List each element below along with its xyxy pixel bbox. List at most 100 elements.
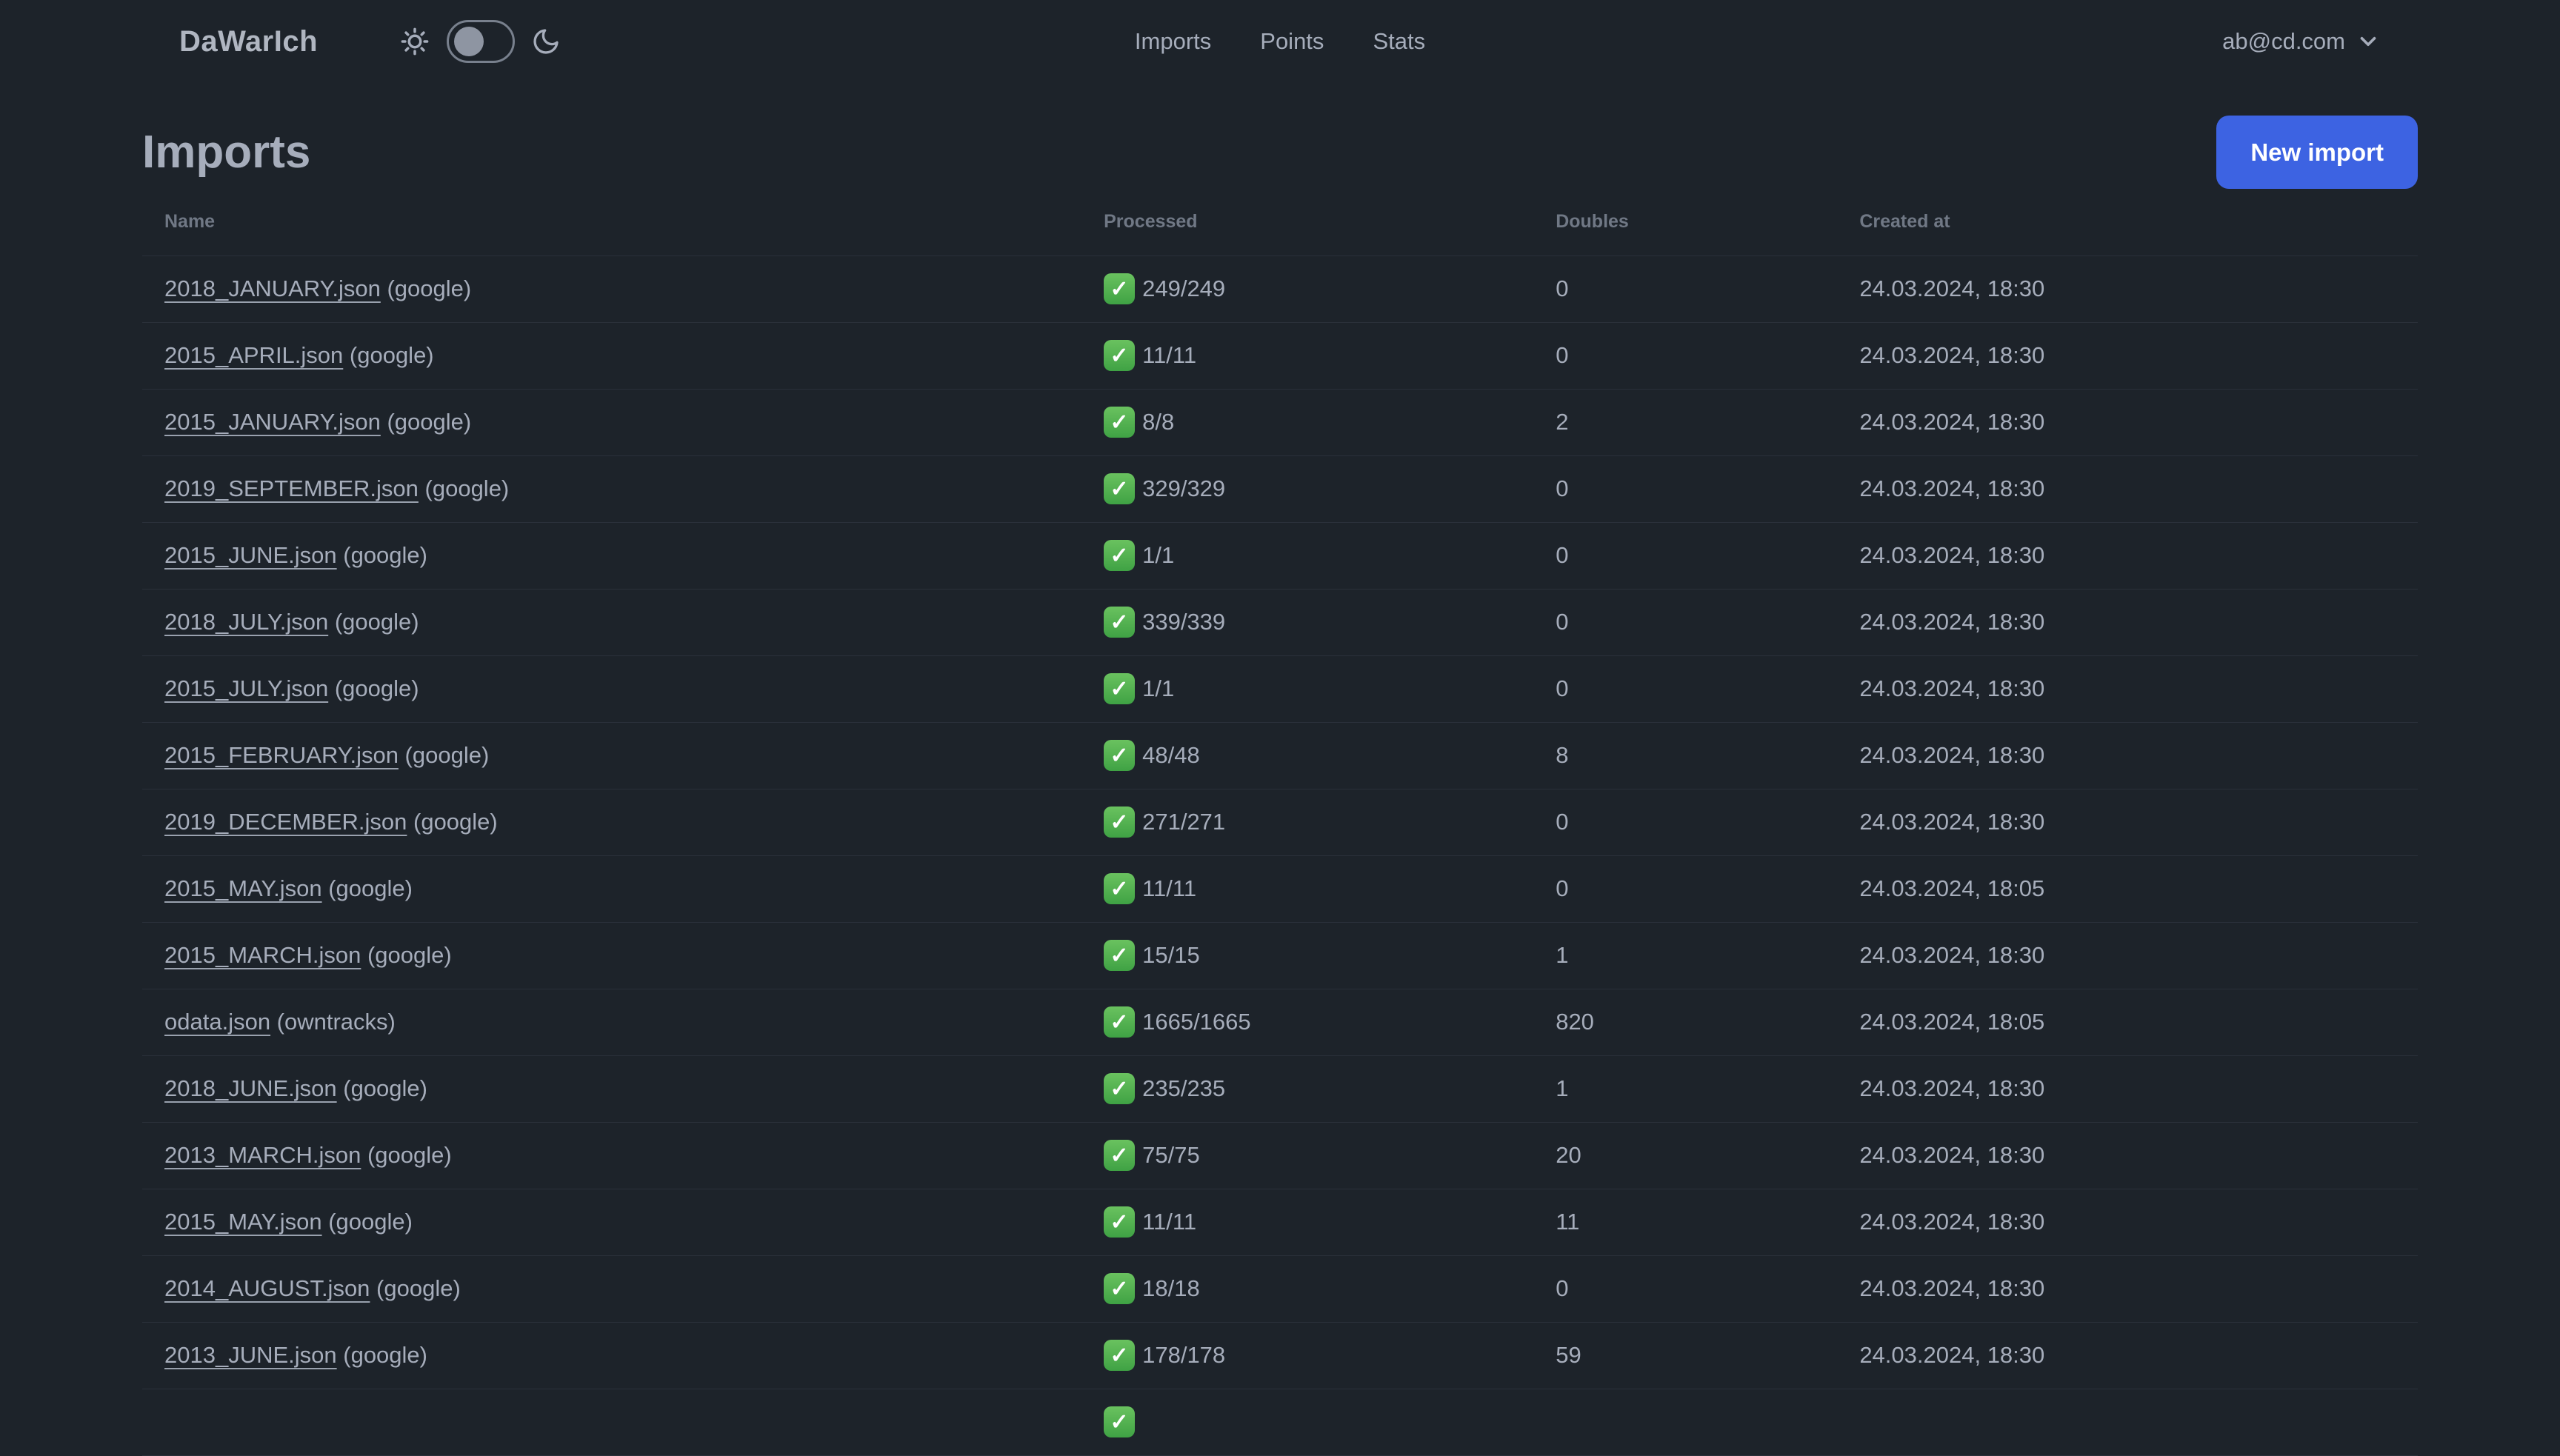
theme-toggle[interactable] bbox=[447, 20, 516, 63]
import-file-link[interactable]: 2015_JULY.json bbox=[164, 675, 328, 701]
name-cell: 2015_FEBRUARY.json (google) bbox=[142, 722, 1082, 789]
import-file-link[interactable]: 2019_DECEMBER.json bbox=[164, 809, 407, 835]
import-source-label: (google) bbox=[321, 875, 413, 901]
imports-table: Name Processed Doubles Created at 2018_J… bbox=[142, 189, 2418, 1456]
name-cell: 2018_JUNE.json (google) bbox=[142, 1055, 1082, 1123]
processed-count: 339/339 bbox=[1142, 609, 1226, 635]
table-row: 2019_DECEMBER.json (google) ✓ 271/271 0 2… bbox=[142, 789, 2418, 856]
processed-count: 1665/1665 bbox=[1142, 1009, 1251, 1035]
user-email: ab@cd.com bbox=[2222, 28, 2345, 54]
processed-cell: ✓ 11/11 bbox=[1081, 322, 1534, 390]
name-cell: 2018_JANUARY.json (google) bbox=[142, 256, 1082, 323]
import-file-link[interactable]: 2013_JUNE.json bbox=[164, 1342, 337, 1368]
processed-cell: ✓ 271/271 bbox=[1081, 789, 1534, 856]
name-cell: 2014_AUGUST.json (google) bbox=[142, 1255, 1082, 1323]
processed-cell: ✓ 235/235 bbox=[1081, 1055, 1534, 1123]
processed-count: 11/11 bbox=[1142, 875, 1197, 901]
created-at-cell: 24.03.2024, 18:30 bbox=[1837, 1122, 2418, 1189]
check-success-icon: ✓ bbox=[1104, 1206, 1136, 1238]
import-file-link[interactable]: 2014_AUGUST.json bbox=[164, 1275, 370, 1301]
created-at-cell: 24.03.2024, 18:05 bbox=[1837, 989, 2418, 1056]
table-row: 2015_MAY.json (google) ✓ 11/11 11 24.03.2… bbox=[142, 1189, 2418, 1256]
created-at-cell: 24.03.2024, 18:30 bbox=[1837, 522, 2418, 590]
table-row: 2015_JULY.json (google) ✓ 1/1 0 24.03.202… bbox=[142, 655, 2418, 723]
check-success-icon: ✓ bbox=[1104, 540, 1136, 571]
import-source-label: (google) bbox=[380, 409, 472, 435]
created-at-cell: 24.03.2024, 18:30 bbox=[1837, 1255, 2418, 1323]
doubles-cell: 11 bbox=[1533, 1189, 1838, 1256]
column-header-doubles: Doubles bbox=[1533, 189, 1838, 256]
new-import-button[interactable]: New import bbox=[2216, 116, 2418, 189]
created-at-cell: 24.03.2024, 18:30 bbox=[1837, 655, 2418, 723]
import-file-link[interactable]: 2015_MARCH.json bbox=[164, 942, 361, 968]
table-row-partial: ✓ bbox=[142, 1389, 2418, 1456]
import-source-label: (owntracks) bbox=[270, 1009, 396, 1035]
processed-count: 11/11 bbox=[1142, 342, 1197, 368]
app-logo[interactable]: DaWarIch bbox=[179, 25, 318, 59]
import-file-link[interactable]: 2015_MAY.json bbox=[164, 1209, 322, 1235]
processed-cell: ✓ 15/15 bbox=[1081, 922, 1534, 989]
import-file-link[interactable]: odata.json bbox=[164, 1009, 270, 1035]
check-success-icon: ✓ bbox=[1104, 873, 1136, 904]
import-file-link[interactable]: 2015_JANUARY.json bbox=[164, 409, 381, 435]
check-success-icon: ✓ bbox=[1104, 407, 1136, 438]
name-cell: odata.json (owntracks) bbox=[142, 989, 1082, 1056]
check-success-icon: ✓ bbox=[1104, 340, 1136, 371]
processed-count: 48/48 bbox=[1142, 742, 1200, 768]
moon-icon bbox=[531, 27, 561, 56]
check-success-icon: ✓ bbox=[1104, 807, 1136, 838]
table-row: 2015_JANUARY.json (google) ✓ 8/8 2 24.03.… bbox=[142, 389, 2418, 456]
import-source-label: (google) bbox=[336, 1075, 427, 1101]
table-row: 2018_JANUARY.json (google) ✓ 249/249 0 24… bbox=[142, 256, 2418, 323]
user-menu[interactable]: ab@cd.com bbox=[2222, 28, 2381, 55]
doubles-cell: 820 bbox=[1533, 989, 1838, 1056]
name-cell: 2013_MARCH.json (google) bbox=[142, 1122, 1082, 1189]
processed-cell: ✓ 8/8 bbox=[1081, 389, 1534, 456]
table-row: 2013_JUNE.json (google) ✓ 178/178 59 24.0… bbox=[142, 1322, 2418, 1389]
import-file-link[interactable]: 2019_SEPTEMBER.json bbox=[164, 475, 419, 501]
import-source-label: (google) bbox=[336, 542, 427, 568]
nav-item-imports[interactable]: Imports bbox=[1135, 28, 1211, 55]
created-at-cell: 24.03.2024, 18:30 bbox=[1837, 1189, 2418, 1256]
doubles-cell: 0 bbox=[1533, 589, 1838, 656]
import-source-label: (google) bbox=[398, 742, 490, 768]
theme-switcher bbox=[399, 20, 561, 63]
table-row: odata.json (owntracks) ✓ 1665/1665 820 24… bbox=[142, 989, 2418, 1056]
processed-cell: ✓ 178/178 bbox=[1081, 1322, 1534, 1389]
import-file-link[interactable]: 2015_APRIL.json bbox=[164, 342, 343, 368]
processed-cell: ✓ 339/339 bbox=[1081, 589, 1534, 656]
check-success-icon: ✓ bbox=[1104, 940, 1136, 971]
processed-cell: ✓ 1/1 bbox=[1081, 655, 1534, 723]
import-file-link[interactable]: 2015_JUNE.json bbox=[164, 542, 337, 568]
page-title: Imports bbox=[142, 127, 311, 178]
doubles-cell: 20 bbox=[1533, 1122, 1838, 1189]
import-file-link[interactable]: 2015_FEBRUARY.json bbox=[164, 742, 399, 768]
import-source-label: (google) bbox=[407, 809, 498, 835]
nav-item-stats[interactable]: Stats bbox=[1373, 28, 1425, 55]
table-row: 2014_AUGUST.json (google) ✓ 18/18 0 24.03… bbox=[142, 1255, 2418, 1323]
import-file-link[interactable]: 2018_JANUARY.json bbox=[164, 275, 381, 301]
import-source-label: (google) bbox=[361, 942, 452, 968]
doubles-cell bbox=[1533, 1389, 1838, 1456]
check-success-icon: ✓ bbox=[1104, 740, 1136, 771]
processed-count: 249/249 bbox=[1142, 275, 1226, 301]
import-file-link[interactable]: 2018_JUNE.json bbox=[164, 1075, 337, 1101]
processed-cell: ✓ 11/11 bbox=[1081, 1189, 1534, 1256]
created-at-cell: 24.03.2024, 18:30 bbox=[1837, 256, 2418, 323]
doubles-cell: 0 bbox=[1533, 322, 1838, 390]
doubles-cell: 1 bbox=[1533, 922, 1838, 989]
processed-count: 11/11 bbox=[1142, 1209, 1197, 1235]
main-nav: Imports Points Stats bbox=[1135, 28, 1425, 55]
import-file-link[interactable]: 2013_MARCH.json bbox=[164, 1142, 361, 1168]
table-row: 2015_JUNE.json (google) ✓ 1/1 0 24.03.202… bbox=[142, 522, 2418, 590]
check-success-icon: ✓ bbox=[1104, 1273, 1136, 1304]
doubles-cell: 1 bbox=[1533, 1055, 1838, 1123]
import-file-link[interactable]: 2015_MAY.json bbox=[164, 875, 322, 901]
nav-item-points[interactable]: Points bbox=[1260, 28, 1324, 55]
import-source-label: (google) bbox=[418, 475, 510, 501]
table-row: 2015_MAY.json (google) ✓ 11/11 0 24.03.20… bbox=[142, 855, 2418, 923]
import-source-label: (google) bbox=[343, 342, 434, 368]
doubles-cell: 0 bbox=[1533, 522, 1838, 590]
check-success-icon: ✓ bbox=[1104, 1406, 1136, 1437]
import-file-link[interactable]: 2018_JULY.json bbox=[164, 609, 328, 635]
